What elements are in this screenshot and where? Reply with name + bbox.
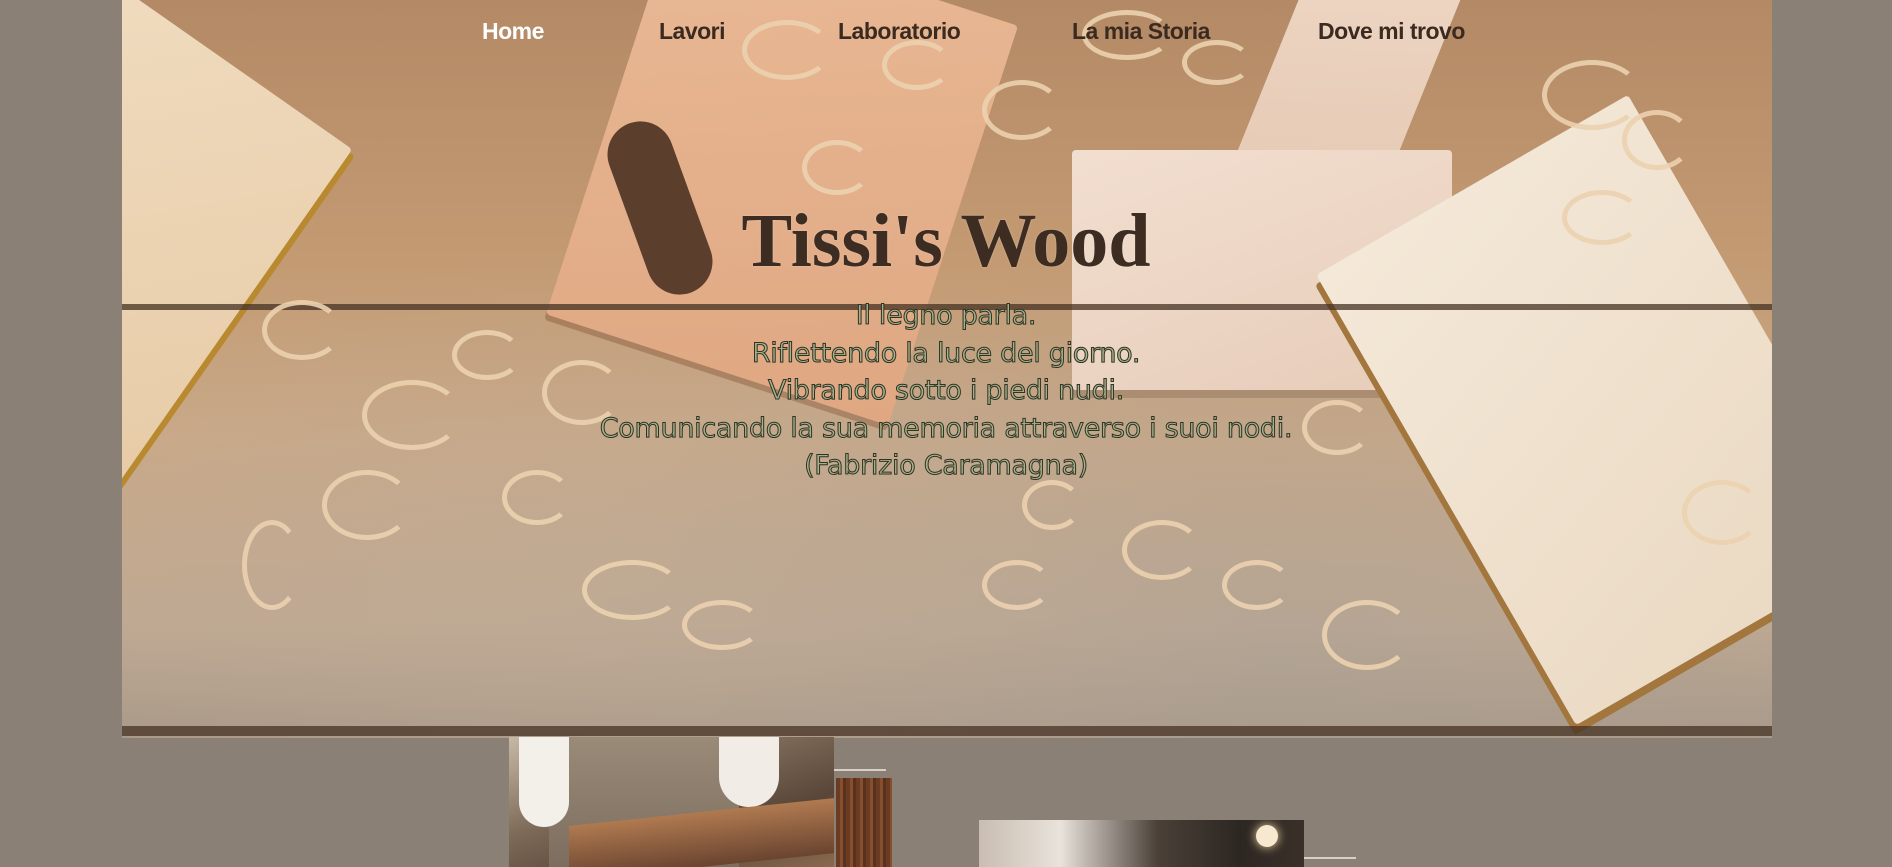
gallery-image-workshop[interactable]	[979, 820, 1304, 867]
image-frame-line	[834, 769, 886, 771]
wood-shaving	[1622, 110, 1692, 170]
lamp-light	[1256, 825, 1278, 847]
wood-shaving	[802, 140, 872, 195]
quote-line: Il legno parla.	[855, 300, 1037, 332]
wood-shaving	[982, 80, 1062, 140]
nav-item-lavori[interactable]: Lavori	[659, 18, 726, 45]
sleeve-shape	[719, 737, 779, 807]
hero-quote: Il legno parla. Riflettendo la luce del …	[0, 297, 1892, 485]
wood-shaving	[1022, 480, 1082, 530]
nav-item-laboratorio[interactable]: Laboratorio	[838, 18, 961, 45]
site-title: Tissi's Wood	[741, 199, 1151, 283]
wood-shaving	[1542, 60, 1642, 130]
nav-item-la-mia-storia[interactable]: La mia Storia	[1072, 18, 1210, 45]
image-frame-line	[1304, 857, 1356, 859]
wood-shaving	[1322, 600, 1412, 670]
gallery-image-carpenter-workbench[interactable]	[509, 737, 834, 867]
quote-line: Riflettendo la luce del giorno.	[751, 337, 1141, 369]
nav-item-home[interactable]: Home	[482, 18, 544, 45]
gallery-image-wood-texture[interactable]	[836, 778, 892, 867]
wood-shaving	[682, 600, 762, 650]
quote-author: (Fabrizio Caramagna)	[804, 450, 1089, 482]
quote-line: Vibrando sotto i piedi nudi.	[768, 375, 1125, 407]
wood-shaving	[982, 560, 1052, 610]
wood-shaving	[1122, 520, 1202, 580]
wood-shaving	[1682, 480, 1762, 545]
wood-shaving	[242, 520, 302, 610]
nav-item-dove-mi-trovo[interactable]: Dove mi trovo	[1318, 18, 1465, 45]
quote-line: Comunicando la sua memoria attraverso i …	[599, 412, 1293, 444]
sleeve-shape	[519, 737, 569, 827]
wood-shaving	[1222, 560, 1292, 610]
plank-groove	[122, 726, 1772, 736]
page: Home Lavori Laboratorio La mia Storia Do…	[0, 0, 1892, 867]
wood-shaving	[582, 560, 682, 620]
wood-plank-left	[122, 0, 353, 576]
main-navigation: Home Lavori Laboratorio La mia Storia Do…	[0, 18, 1892, 58]
